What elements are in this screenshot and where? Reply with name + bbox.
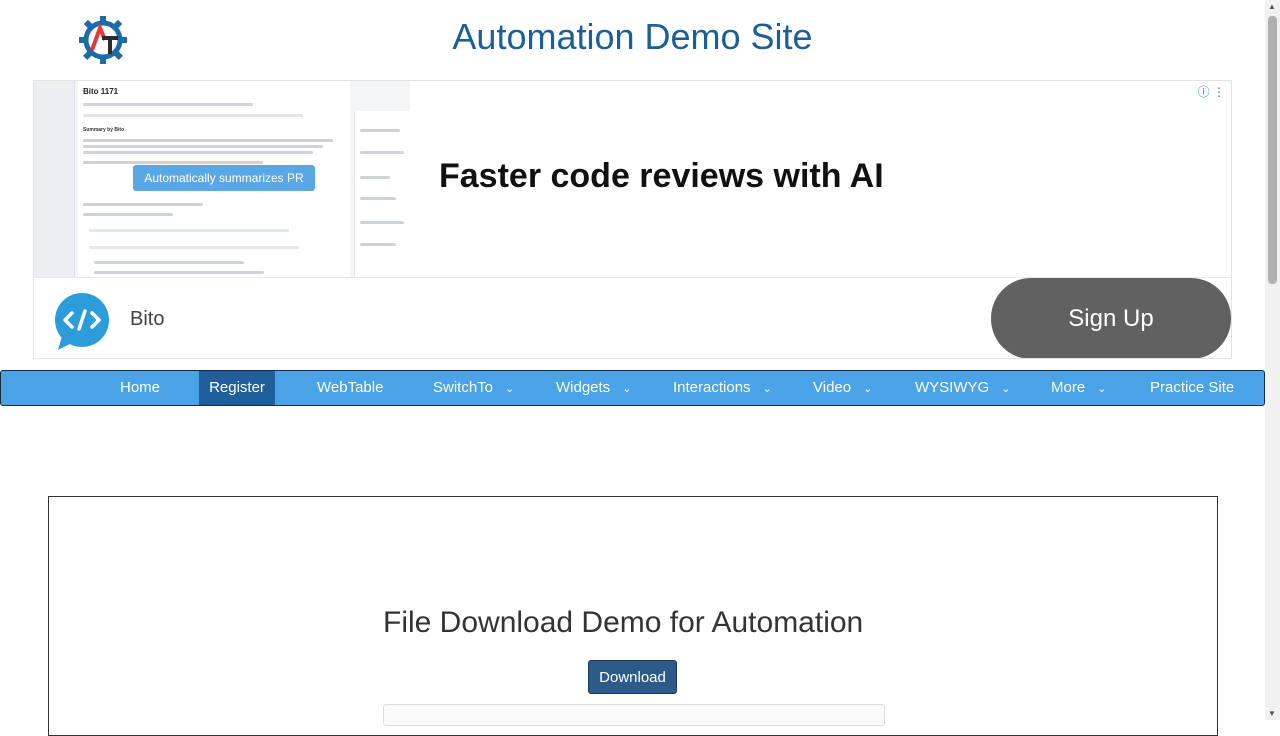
nav-item-home[interactable]: Home bbox=[120, 371, 160, 405]
text-area-field[interactable] bbox=[383, 704, 885, 726]
ad-footer: Bito Sign Up bbox=[34, 277, 1231, 358]
ad-headline[interactable]: Faster code reviews with AI bbox=[439, 157, 884, 196]
nav-item-practice-site[interactable]: Practice Site bbox=[1150, 371, 1234, 405]
nav-item-webtable[interactable]: WebTable bbox=[317, 371, 383, 405]
scroll-up-arrow-icon[interactable]: ▲ bbox=[1268, 2, 1276, 11]
nav-item-label[interactable]: Register bbox=[209, 379, 265, 396]
nav-item-label[interactable]: Widgets bbox=[556, 379, 610, 396]
scrollbar-thumb[interactable] bbox=[1268, 16, 1277, 284]
signup-button[interactable]: Sign Up bbox=[991, 278, 1231, 358]
page-title: File Download Demo for Automation bbox=[383, 606, 864, 639]
nav-item-label[interactable]: Home bbox=[120, 379, 160, 396]
chevron-down-icon: ⌄ bbox=[1097, 383, 1107, 395]
advertiser-name[interactable]: Bito bbox=[130, 308, 164, 331]
chevron-down-icon: ⌄ bbox=[1001, 383, 1011, 395]
nav-item-label[interactable]: Practice Site bbox=[1150, 379, 1234, 396]
ad-screenshot-section: Summary by Bito bbox=[83, 127, 125, 133]
ad-choices-icon[interactable]: ⓘ ⋮ bbox=[1198, 83, 1225, 100]
download-button[interactable]: Download bbox=[588, 660, 677, 694]
nav-item-label[interactable]: Interactions bbox=[673, 379, 751, 396]
nav-item-register[interactable]: Register bbox=[199, 371, 275, 405]
site-title: Automation Demo Site bbox=[452, 16, 813, 57]
nav-item-label[interactable]: WebTable bbox=[317, 379, 383, 396]
nav-item-widgets[interactable]: Widgets ⌄ bbox=[556, 371, 631, 405]
nav-item-label[interactable]: WYSIWYG bbox=[915, 379, 989, 396]
main-navbar: Home Register WebTable SwitchTo ⌄ Widgets… bbox=[0, 370, 1265, 406]
nav-item-interactions[interactable]: Interactions ⌄ bbox=[673, 371, 772, 405]
scroll-down-arrow-icon[interactable]: ▼ bbox=[1268, 709, 1276, 718]
chevron-down-icon: ⌄ bbox=[505, 383, 515, 395]
chevron-down-icon: ⌄ bbox=[863, 383, 873, 395]
chevron-down-icon: ⌄ bbox=[622, 383, 632, 395]
nav-item-wysiwyg[interactable]: WYSIWYG ⌄ bbox=[915, 371, 1010, 405]
nav-item-label[interactable]: SwitchTo bbox=[433, 379, 493, 396]
bito-logo-icon[interactable] bbox=[54, 292, 110, 352]
vertical-scrollbar[interactable]: ▲ ▼ bbox=[1265, 0, 1280, 720]
nav-item-label[interactable]: More bbox=[1051, 379, 1085, 396]
chevron-down-icon: ⌄ bbox=[762, 383, 772, 395]
kebab-menu-icon[interactable]: ⋮ bbox=[1213, 85, 1225, 99]
ad-tooltip: Automatically summarizes PR bbox=[133, 165, 315, 191]
nav-item-video[interactable]: Video ⌄ bbox=[813, 371, 872, 405]
advertisement-banner[interactable]: Bito 1171 Summary by Bito Automatically … bbox=[33, 80, 1232, 359]
nav-item-more[interactable]: More ⌄ bbox=[1051, 371, 1106, 405]
nav-item-label[interactable]: Video bbox=[813, 379, 851, 396]
nav-item-switchto[interactable]: SwitchTo ⌄ bbox=[433, 371, 514, 405]
info-icon[interactable]: ⓘ bbox=[1198, 85, 1210, 99]
ad-screenshot-title: Bito 1171 bbox=[83, 87, 119, 96]
